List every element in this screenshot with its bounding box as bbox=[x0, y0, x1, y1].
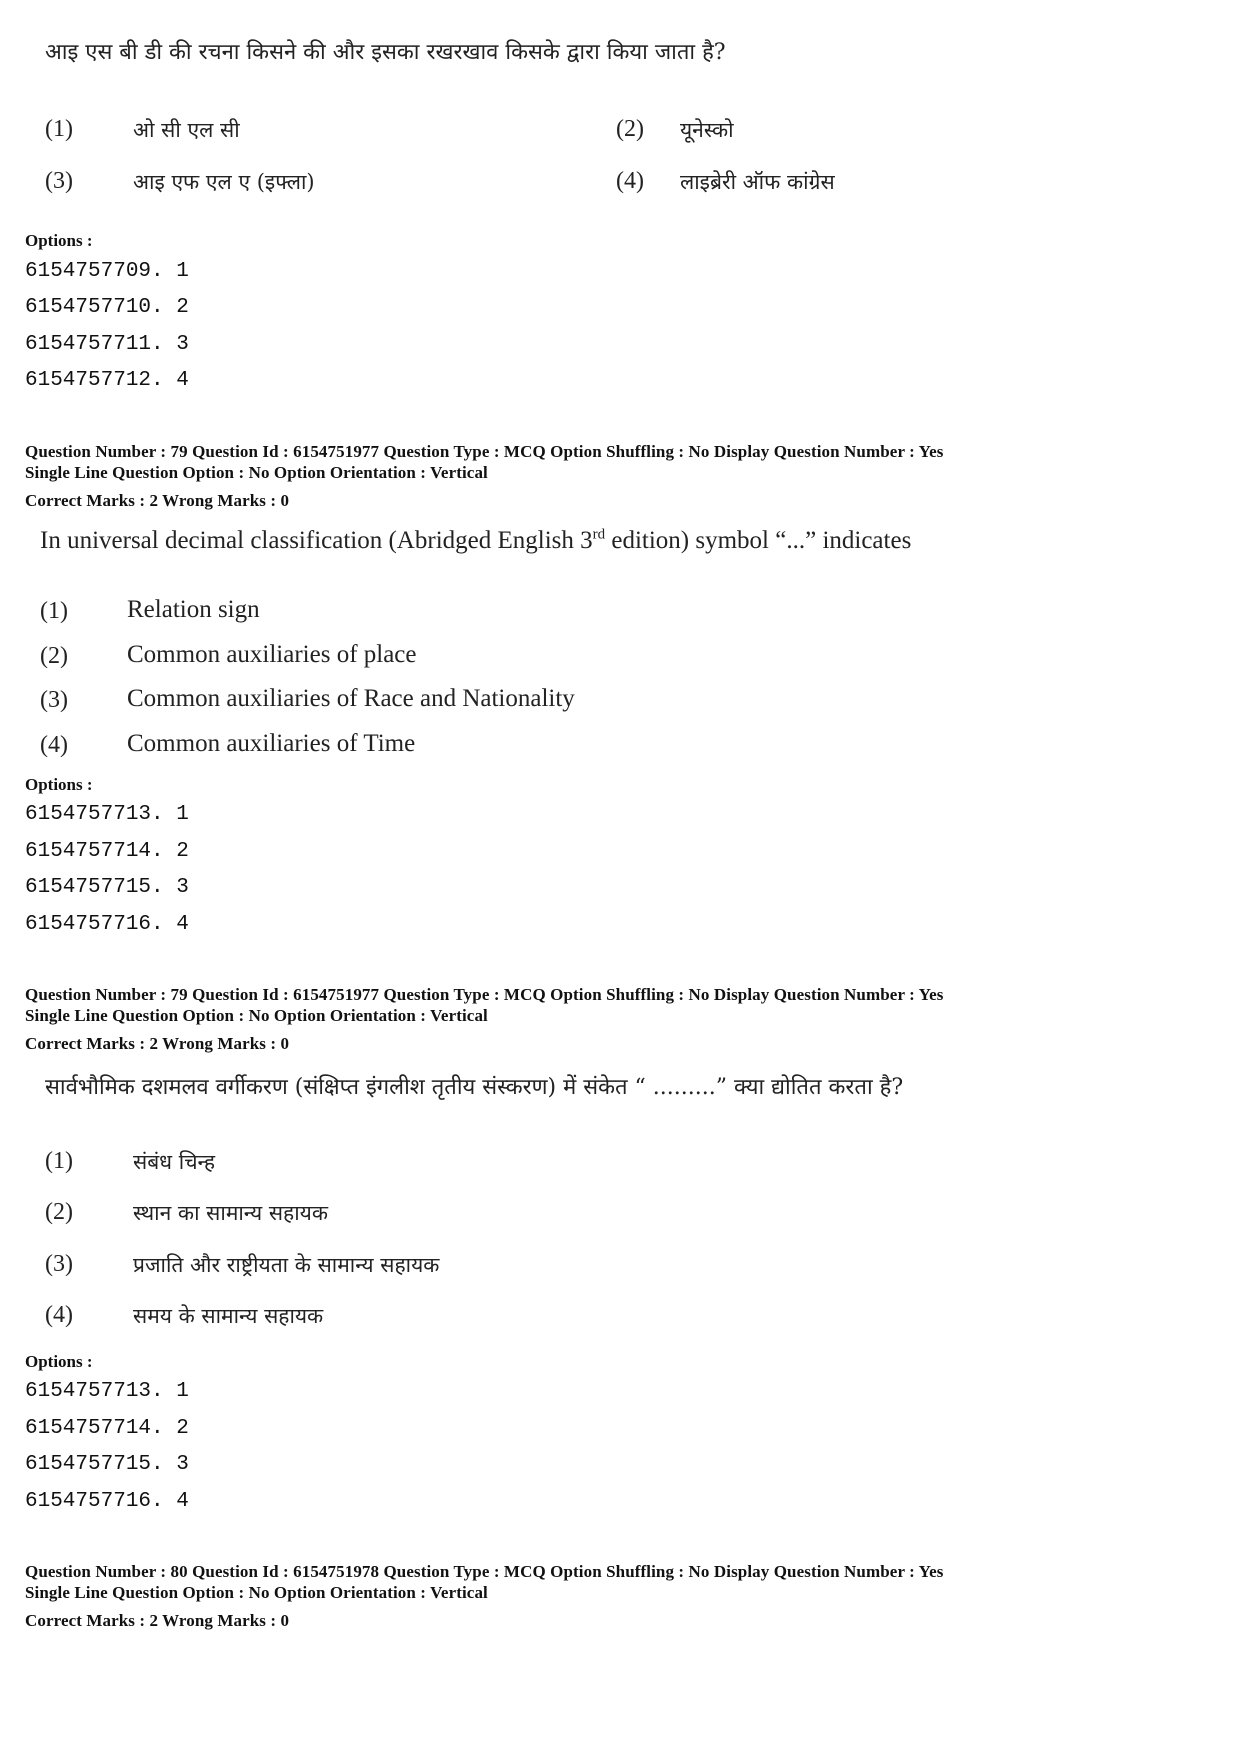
question-meta-line: Question Number : 79 Question Id : 61547… bbox=[25, 442, 944, 461]
question-text: In universal decimal classification (Abr… bbox=[40, 527, 911, 555]
choice-number: (3) bbox=[45, 1251, 73, 1277]
question-meta-line: Question Number : 80 Question Id : 61547… bbox=[25, 1562, 944, 1581]
choice-text: समय के सामान्य सहायक bbox=[133, 1304, 324, 1328]
option-id: 6154757714. 2 bbox=[25, 840, 189, 863]
choice-text: ओ सी एल सी bbox=[133, 118, 240, 142]
ordinal-superscript: rd bbox=[592, 526, 606, 543]
options-label: Options : bbox=[25, 1352, 93, 1371]
choice-text: स्थान का सामान्य सहायक bbox=[133, 1201, 328, 1225]
option-id: 6154757715. 3 bbox=[25, 876, 189, 899]
choice-number: (2) bbox=[616, 116, 644, 142]
marks-line: Correct Marks : 2 Wrong Marks : 0 bbox=[25, 1034, 290, 1053]
choice-text: Common auxiliaries of Time bbox=[127, 730, 416, 757]
question-text-part: edition) symbol “...” indicates bbox=[605, 527, 912, 554]
choice-number: (1) bbox=[40, 598, 68, 624]
choice-text: आइ एफ एल ए (इफ्ला) bbox=[133, 170, 315, 194]
choice-text: प्रजाति और राष्ट्रीयता के सामान्य सहायक bbox=[133, 1253, 440, 1277]
options-label: Options : bbox=[25, 231, 93, 250]
option-id: 6154757716. 4 bbox=[25, 1490, 189, 1513]
choice-number: (1) bbox=[45, 116, 73, 142]
option-id: 6154757713. 1 bbox=[25, 803, 189, 826]
question-meta-line: Question Number : 79 Question Id : 61547… bbox=[25, 985, 944, 1004]
option-id: 6154757714. 2 bbox=[25, 1417, 189, 1440]
choice-text: Common auxiliaries of place bbox=[127, 641, 417, 668]
option-id: 6154757716. 4 bbox=[25, 913, 189, 936]
choice-number: (4) bbox=[45, 1302, 73, 1328]
choice-text: Common auxiliaries of Race and Nationali… bbox=[127, 685, 575, 712]
choice-number: (3) bbox=[45, 168, 73, 194]
choice-number: (2) bbox=[40, 643, 68, 669]
choice-text: Relation sign bbox=[127, 596, 260, 623]
option-id: 6154757712. 4 bbox=[25, 369, 189, 392]
choice-number: (4) bbox=[616, 168, 644, 194]
marks-line: Correct Marks : 2 Wrong Marks : 0 bbox=[25, 491, 290, 510]
choice-text: लाइब्रेरी ऑफ कांग्रेस bbox=[680, 170, 835, 194]
option-id: 6154757711. 3 bbox=[25, 333, 189, 356]
choice-number: (3) bbox=[40, 687, 68, 713]
choice-number: (2) bbox=[45, 1199, 73, 1225]
question-text-part: In universal decimal classification (Abr… bbox=[40, 527, 593, 554]
question-meta-line: Single Line Question Option : No Option … bbox=[25, 1583, 488, 1602]
choice-text: संबंध चिन्ह bbox=[133, 1150, 215, 1174]
marks-line: Correct Marks : 2 Wrong Marks : 0 bbox=[25, 1611, 290, 1630]
question-text: आइ एस बी डी की रचना किसने की और इसका रखर… bbox=[45, 40, 726, 65]
choice-number: (1) bbox=[45, 1148, 73, 1174]
option-id: 6154757715. 3 bbox=[25, 1453, 189, 1476]
question-meta-line: Single Line Question Option : No Option … bbox=[25, 463, 488, 482]
question-text: सार्वभौमिक दशमलव वर्गीकरण (संक्षिप्त इंग… bbox=[45, 1075, 904, 1100]
option-id: 6154757713. 1 bbox=[25, 1380, 189, 1403]
option-id: 6154757709. 1 bbox=[25, 260, 189, 283]
choice-text: यूनेस्को bbox=[680, 118, 734, 142]
options-label: Options : bbox=[25, 775, 93, 794]
choice-number: (4) bbox=[40, 732, 68, 758]
question-meta-line: Single Line Question Option : No Option … bbox=[25, 1006, 488, 1025]
option-id: 6154757710. 2 bbox=[25, 296, 189, 319]
